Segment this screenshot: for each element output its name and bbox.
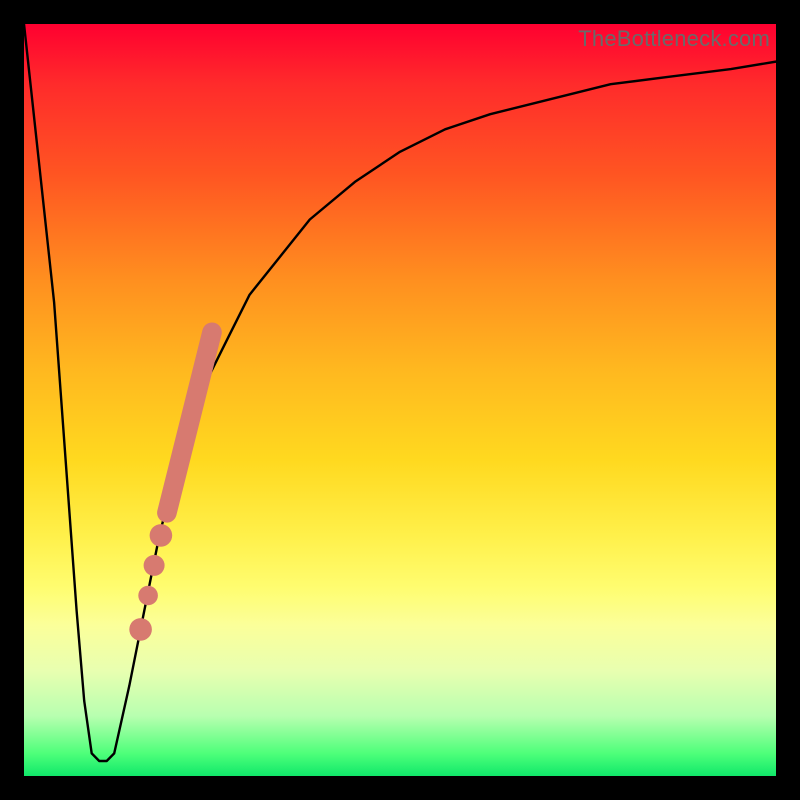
marker-segment — [167, 332, 212, 513]
markers-layer — [129, 332, 212, 640]
marker-dot-2 — [144, 555, 165, 576]
marker-dot-3 — [138, 586, 158, 606]
chart-svg — [24, 24, 776, 776]
marker-dot-4 — [129, 618, 152, 641]
plot-area: TheBottleneck.com — [24, 24, 776, 776]
marker-dot-1 — [150, 524, 173, 547]
bottleneck-curve — [24, 24, 776, 761]
chart-frame: TheBottleneck.com — [0, 0, 800, 800]
watermark-text: TheBottleneck.com — [578, 26, 770, 52]
curve-layer — [24, 24, 776, 761]
